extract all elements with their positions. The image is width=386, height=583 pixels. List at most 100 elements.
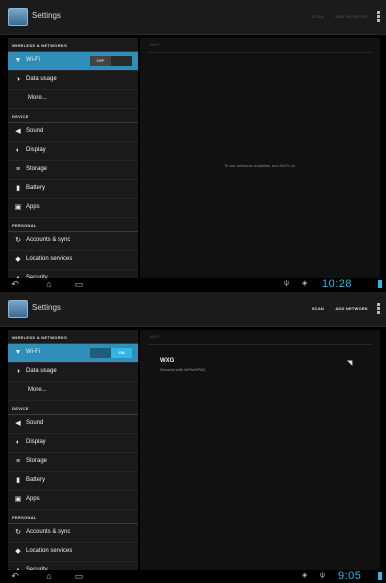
- section-header-personal: PERSONAL: [8, 218, 138, 232]
- apps-icon: ▣: [14, 496, 22, 503]
- section-header-wireless: WIRELESS & NETWORKS: [8, 38, 138, 52]
- scan-button[interactable]: SCAN: [312, 14, 324, 19]
- sidebar-item-battery[interactable]: ▮ Battery: [8, 472, 138, 491]
- usb-icon: ψ: [284, 280, 289, 287]
- app-title: Settings: [32, 11, 61, 20]
- action-buttons: SCAN ADD NETWORK: [302, 14, 368, 19]
- settings-screen-wifi-on: Settings SCAN ADD NETWORK WIRELESS & NET…: [0, 292, 386, 583]
- add-network-button[interactable]: ADD NETWORK: [335, 306, 368, 311]
- toggle-state: OFF: [90, 56, 111, 66]
- network-security: Secured with WPA/WPA2: [160, 367, 206, 372]
- sidebar-item-label: Accounts & sync: [26, 237, 71, 243]
- battery-icon: [378, 572, 382, 580]
- sidebar-item-label: Battery: [26, 185, 46, 191]
- sidebar-item-label: Battery: [26, 477, 46, 483]
- empty-message: To see networks available, turn Wi-Fi on…: [223, 163, 297, 168]
- section-header-personal: PERSONAL: [8, 510, 138, 524]
- sidebar-item-apps[interactable]: ▣ Apps: [8, 199, 138, 218]
- sidebar-item-storage[interactable]: ≡ Storage: [8, 453, 138, 472]
- back-icon[interactable]: ↶: [8, 280, 22, 289]
- sidebar-item-accounts[interactable]: ↻ Accounts & sync: [8, 232, 138, 251]
- sidebar-item-display[interactable]: ◐ Display: [8, 142, 138, 161]
- sidebar-item-label: Apps: [26, 204, 40, 210]
- sidebar-item-label: Wi-Fi: [26, 57, 40, 63]
- sidebar-item-label: Accounts & sync: [26, 529, 71, 535]
- sync-icon: ↻: [15, 237, 21, 244]
- brightness-icon: ◐: [15, 439, 21, 446]
- battery-icon: ▮: [16, 185, 20, 192]
- sidebar-item-label: Storage: [26, 458, 48, 464]
- section-header-device: DEVICE: [8, 401, 138, 415]
- usb-icon: ψ: [320, 572, 325, 579]
- action-buttons: SCAN ADD NETWORK: [302, 306, 368, 311]
- sidebar-item-label: Display: [26, 439, 46, 445]
- section-header-device: DEVICE: [8, 109, 138, 123]
- sidebar-item-storage[interactable]: ≡ Storage: [8, 161, 138, 180]
- overflow-menu-icon[interactable]: [377, 11, 380, 23]
- sidebar-item-wifi[interactable]: ▼ Wi-Fi ON: [8, 344, 138, 363]
- storage-icon: ≡: [15, 166, 21, 173]
- settings-app-icon[interactable]: [8, 300, 28, 318]
- sidebar-item-sound[interactable]: ◀ Sound: [8, 123, 138, 142]
- recents-icon[interactable]: ▭: [72, 572, 86, 581]
- location-icon: ◆: [15, 548, 21, 555]
- sidebar-item-apps[interactable]: ▣ Apps: [8, 491, 138, 510]
- wifi-toggle[interactable]: OFF: [90, 56, 132, 66]
- sidebar-item-label: Location services: [26, 256, 73, 262]
- wifi-panel: Wi-Fi To see networks available, turn Wi…: [140, 38, 380, 278]
- system-nav-bar: ↶ ⌂ ▭ ψ ◈ 10:28: [0, 278, 386, 291]
- sidebar-item-data-usage[interactable]: ◑ Data usage: [8, 71, 138, 90]
- home-icon[interactable]: ⌂: [42, 572, 56, 581]
- sidebar-item-location[interactable]: ◆ Location services: [8, 251, 138, 270]
- settings-sidebar: WIRELESS & NETWORKS ▼ Wi-Fi OFF ◑ Data u…: [8, 38, 138, 289]
- sidebar-item-more[interactable]: More...: [8, 382, 138, 401]
- sidebar-item-label: Sound: [26, 128, 44, 134]
- sidebar-item-label: Storage: [26, 166, 48, 172]
- recents-icon[interactable]: ▭: [72, 280, 86, 289]
- sidebar-item-display[interactable]: ◐ Display: [8, 434, 138, 453]
- wifi-signal-icon: ◥: [347, 360, 353, 367]
- sidebar-item-label: Data usage: [26, 368, 57, 374]
- data-usage-icon: ◑: [15, 76, 21, 83]
- sidebar-item-sound[interactable]: ◀ Sound: [8, 415, 138, 434]
- panel-header: Wi-Fi: [150, 42, 160, 47]
- sidebar-item-battery[interactable]: ▮ Battery: [8, 180, 138, 199]
- sidebar-item-wifi[interactable]: ▼ Wi-Fi OFF: [8, 52, 138, 71]
- wifi-panel: Wi-Fi WXG Secured with WPA/WPA2 ◥: [140, 330, 380, 570]
- sidebar-item-accounts[interactable]: ↻ Accounts & sync: [8, 524, 138, 543]
- sidebar-item-more[interactable]: More...: [8, 90, 138, 109]
- sync-icon: ↻: [15, 529, 21, 536]
- scan-button[interactable]: SCAN: [312, 306, 324, 311]
- apps-icon: ▣: [14, 204, 22, 211]
- wifi-icon: ▼: [14, 57, 22, 64]
- location-icon: ◆: [15, 256, 21, 263]
- battery-icon: [378, 280, 382, 288]
- storage-icon: ≡: [15, 458, 21, 465]
- speaker-icon: ◀: [15, 128, 21, 135]
- wifi-signal-icon: ◈: [302, 572, 308, 579]
- system-nav-bar: ↶ ⌂ ▭ ◈ ψ 9:05: [0, 570, 386, 583]
- divider: [148, 52, 372, 53]
- settings-app-icon[interactable]: [8, 8, 28, 26]
- network-list-item[interactable]: WXG Secured with WPA/WPA2 ◥: [160, 356, 360, 380]
- action-bar: Settings SCAN ADD NETWORK: [0, 292, 386, 327]
- wifi-toggle[interactable]: ON: [90, 348, 132, 358]
- sidebar-item-label: Wi-Fi: [26, 349, 40, 355]
- settings-sidebar: WIRELESS & NETWORKS ▼ Wi-Fi ON ◑ Data us…: [8, 330, 138, 581]
- action-bar: Settings SCAN ADD NETWORK: [0, 0, 386, 35]
- back-icon[interactable]: ↶: [8, 572, 22, 581]
- sidebar-item-label: Apps: [26, 496, 40, 502]
- clock: 9:05: [338, 570, 362, 582]
- section-header-wireless: WIRELESS & NETWORKS: [8, 330, 138, 344]
- panel-header: Wi-Fi: [150, 334, 160, 339]
- add-network-button[interactable]: ADD NETWORK: [335, 14, 368, 19]
- settings-screen-wifi-off: Settings SCAN ADD NETWORK WIRELESS & NET…: [0, 0, 386, 291]
- overflow-menu-icon[interactable]: [377, 303, 380, 315]
- sidebar-item-data-usage[interactable]: ◑ Data usage: [8, 363, 138, 382]
- clock: 10:28: [322, 278, 353, 290]
- network-ssid: WXG: [160, 358, 175, 364]
- speaker-icon: ◀: [15, 420, 21, 427]
- sidebar-item-label: More...: [28, 387, 47, 393]
- sidebar-item-location[interactable]: ◆ Location services: [8, 543, 138, 562]
- home-icon[interactable]: ⌂: [42, 280, 56, 289]
